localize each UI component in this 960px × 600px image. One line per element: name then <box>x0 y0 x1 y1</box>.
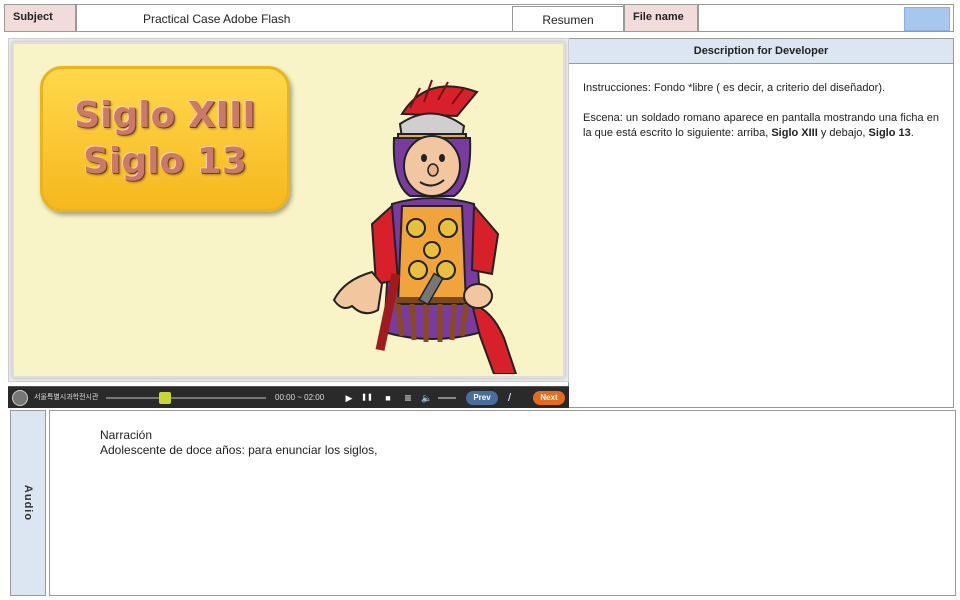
nav-separator: / <box>508 392 512 404</box>
volume-icon[interactable]: 🔈 <box>420 387 434 409</box>
file-name-label: File name <box>624 4 698 32</box>
prev-button[interactable]: Prev <box>466 391 498 405</box>
seek-handle[interactable] <box>159 392 171 404</box>
audio-narration: Narración Adolescente de doce años: para… <box>49 410 956 596</box>
player-bar: 서울특별시과학전시관 00:00 ~ 02:00 ▶ ❚❚ ■ ≡ 🔈 Prev… <box>8 386 569 408</box>
description-body: Instrucciones: Fondo *libre ( es decir, … <box>568 64 954 408</box>
subject-label: Subject <box>4 4 76 32</box>
roman-soldier-illustration <box>332 79 518 374</box>
card-line-roman: Siglo XIII <box>74 95 256 136</box>
description-header: Description for Developer <box>568 38 954 64</box>
pause-icon[interactable]: ❚❚ <box>360 387 374 409</box>
seek-bar[interactable] <box>106 397 266 399</box>
narration-title: Narración <box>100 428 153 442</box>
scene-text-c: y debajo, <box>817 127 869 139</box>
description-instructions: Instrucciones: Fondo *libre ( es decir, … <box>583 82 886 94</box>
description-scene: Escena: un soldado romano aparece en pan… <box>583 111 939 141</box>
scene-text-d: . <box>910 127 914 139</box>
stop-icon[interactable]: ■ <box>381 387 395 409</box>
audio-label: Audio <box>22 484 34 522</box>
card-line-arabic: Siglo 13 <box>83 141 247 182</box>
logo-text: 서울특별시과학전시관 <box>34 394 99 401</box>
time-display: 00:00 ~ 02:00 <box>275 393 325 402</box>
next-button[interactable]: Next <box>533 391 565 405</box>
resumen-tab[interactable]: Resumen <box>512 6 624 32</box>
audio-label-panel: Audio <box>10 410 46 596</box>
century-card: Siglo XIII Siglo 13 <box>40 66 290 212</box>
logo-icon <box>12 390 28 406</box>
volume-slider[interactable] <box>438 397 456 399</box>
file-name-swatch <box>904 7 950 31</box>
stage-preview: Siglo XIII Siglo 13 <box>12 42 565 378</box>
scene-text-bold-1: Siglo XIII <box>771 127 818 139</box>
narration-text: Adolescente de doce años: para enunciar … <box>100 443 378 457</box>
menu-icon[interactable]: ≡ <box>401 387 415 409</box>
play-icon[interactable]: ▶ <box>342 387 356 409</box>
scene-text-bold-2: Siglo 13 <box>868 127 911 139</box>
